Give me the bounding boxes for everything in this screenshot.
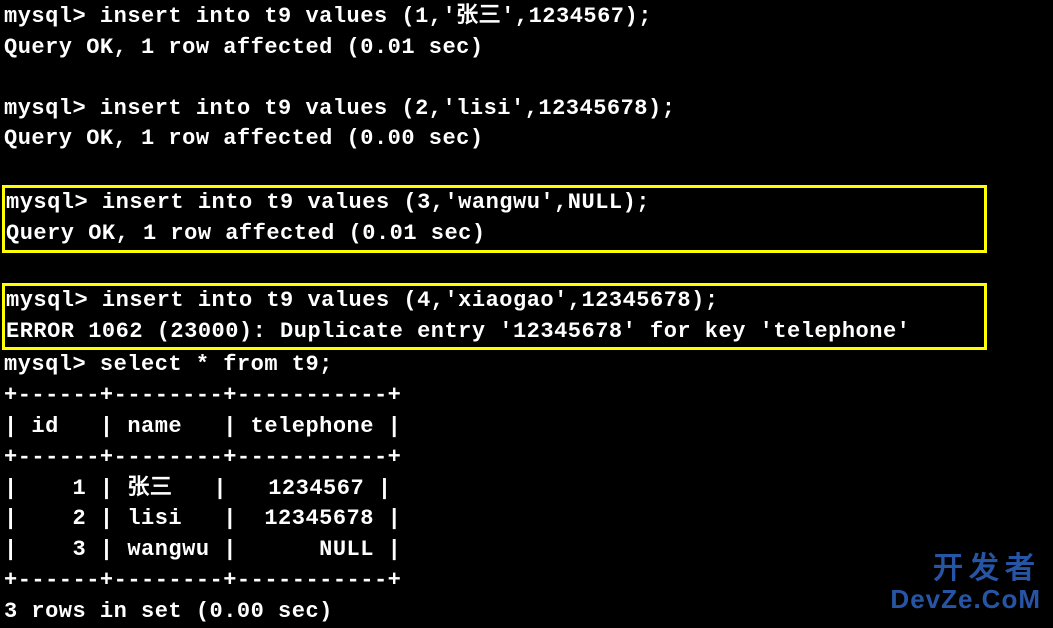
highlight-box-duplicate-error: mysql> insert into t9 values (4,'xiaogao… (2, 283, 987, 351)
mysql-prompt: mysql> (4, 352, 100, 377)
spacer (4, 155, 1049, 185)
error-message: ERROR 1062 (23000): Duplicate entry '123… (6, 317, 983, 348)
sql-command-line: mysql> select * from t9; (4, 350, 1049, 381)
query-result: Query OK, 1 row affected (0.01 sec) (6, 219, 983, 250)
table-row: | 1 | 张三 | 1234567 | (4, 474, 1049, 505)
mysql-prompt: mysql> (6, 190, 102, 215)
query-result: Query OK, 1 row affected (0.01 sec) (4, 33, 1049, 64)
result-footer: 3 rows in set (0.00 sec) (4, 597, 1049, 628)
sql-command-line: mysql> insert into t9 values (4,'xiaogao… (6, 286, 983, 317)
table-border: +------+--------+-----------+ (4, 566, 1049, 597)
sql-command-line: mysql> insert into t9 values (1,'张三',123… (4, 2, 1049, 33)
table-row: | 2 | lisi | 12345678 | (4, 504, 1049, 535)
table-header: | id | name | telephone | (4, 412, 1049, 443)
sql-command-line: mysql> insert into t9 values (3,'wangwu'… (6, 188, 983, 219)
spacer (4, 64, 1049, 94)
sql-insert-1: insert into t9 values (1,'张三',1234567); (100, 4, 652, 29)
sql-insert-4: insert into t9 values (4,'xiaogao',12345… (102, 288, 719, 313)
spacer (4, 253, 1049, 283)
table-border: +------+--------+-----------+ (4, 381, 1049, 412)
table-row: | 3 | wangwu | NULL | (4, 535, 1049, 566)
highlight-box-null-insert: mysql> insert into t9 values (3,'wangwu'… (2, 185, 987, 253)
query-result: Query OK, 1 row affected (0.00 sec) (4, 124, 1049, 155)
table-border: +------+--------+-----------+ (4, 443, 1049, 474)
sql-command-line: mysql> insert into t9 values (2,'lisi',1… (4, 94, 1049, 125)
mysql-prompt: mysql> (6, 288, 102, 313)
sql-insert-3: insert into t9 values (3,'wangwu',NULL); (102, 190, 650, 215)
sql-select: select * from t9; (100, 352, 333, 377)
sql-insert-2: insert into t9 values (2,'lisi',12345678… (100, 96, 676, 121)
mysql-prompt: mysql> (4, 4, 100, 29)
mysql-prompt: mysql> (4, 96, 100, 121)
